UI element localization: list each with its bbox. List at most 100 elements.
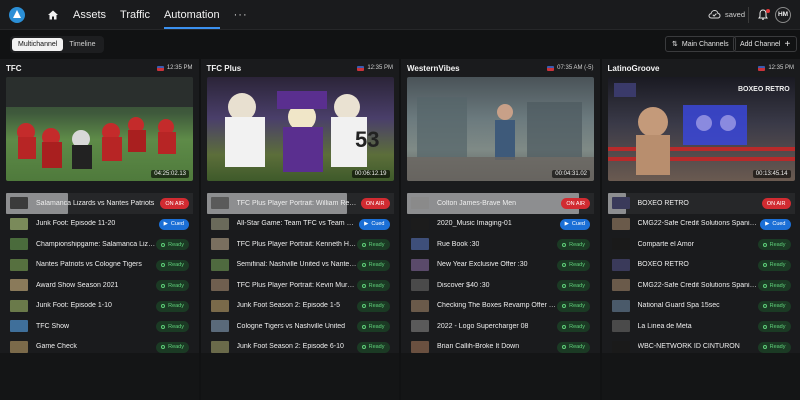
list-item[interactable]: 2022 - Logo Supercharger 08 Ready — [407, 316, 594, 337]
play-icon: ▶ — [364, 221, 369, 227]
list-item[interactable]: Colton James-Brave Men ON AIR — [407, 193, 594, 214]
list-item[interactable]: Nantes Patriots vs Cologne Tigers Ready — [6, 255, 193, 276]
list-item[interactable]: Junk Foot Season 2: Episode 1-5 Ready — [207, 296, 394, 317]
video-preview[interactable]: 00:04:31.02 — [407, 77, 594, 181]
video-preview[interactable]: 04:25:02.13 — [6, 77, 193, 181]
view-toggle: Multichannel Timeline — [10, 35, 104, 53]
video-preview[interactable]: 53 00:06:12.19 — [206, 77, 394, 181]
thumbnail — [611, 299, 630, 312]
list-item[interactable]: Discover $40 :30 Ready — [407, 275, 594, 296]
ready-icon — [562, 242, 567, 247]
thumbnail — [411, 299, 429, 312]
list-item[interactable]: National Guard Spa 15sec Ready — [608, 296, 795, 317]
list-item[interactable]: Cologne Tigers vs Nashville United Ready — [207, 316, 394, 337]
empty-column — [200, 353, 399, 400]
status-badge: Ready — [557, 280, 590, 291]
list-item[interactable]: TFC Plus Player Portrait: Kenneth Holden… — [207, 234, 394, 255]
tab-multichannel[interactable]: Multichannel — [12, 37, 64, 51]
list-item[interactable]: Comparte el Amor Ready — [608, 234, 795, 255]
channel-card: TFC 12:35 PM 04:25:02.13 Salamanca Lizar… — [0, 59, 199, 353]
list-item[interactable]: Rue Book :30 Ready — [407, 234, 594, 255]
list-item[interactable]: TFC Show Ready — [6, 316, 193, 337]
list-item[interactable]: Award Show Season 2021 Ready — [6, 275, 193, 296]
empty-column — [0, 353, 199, 400]
list-item[interactable]: TFC Plus Player Portrait: William Ready O… — [206, 193, 394, 214]
thumbnail — [210, 217, 229, 230]
preview-scene-icon — [6, 77, 193, 169]
channel-name: LatinoGroove — [607, 63, 660, 73]
channel-card: LatinoGroove 12:35 PM BOXEO RETRO 00:13:… — [601, 59, 800, 353]
channel-time: 12:35 PM — [758, 65, 794, 71]
thumbnail — [10, 279, 28, 292]
list-item[interactable]: Junk Foot: Episode 11-20 ▶ Cued — [6, 214, 193, 235]
thumbnail — [210, 258, 229, 271]
timecode: 00:13:45.14 — [752, 170, 791, 178]
ready-icon — [562, 283, 567, 288]
ready-icon — [161, 242, 166, 247]
thumbnail — [611, 340, 630, 353]
list-item[interactable]: CMG22-Safe Credit Solutions Spanish :30 ▶… — [608, 214, 795, 235]
list-item[interactable]: BOXEO RETRO ON AIR — [607, 193, 795, 214]
status-badge: Ready — [356, 341, 390, 353]
app-logo-icon[interactable] — [9, 6, 25, 23]
list-item[interactable]: All-Star Game: Team TFC vs Team USA ▶ Cued — [207, 214, 394, 235]
list-item[interactable]: TFC Plus Player Portrait: Kevin Murphy Re… — [207, 275, 394, 296]
thumbnail — [10, 197, 28, 210]
top-nav: Assets Traffic Automation ··· — [0, 0, 800, 30]
ready-icon — [762, 242, 767, 247]
thumbnail — [611, 217, 630, 230]
add-channel-button[interactable]: Add Channel + — [733, 36, 798, 52]
list-item[interactable]: Championshipgame: Salamanca Lizards vs N… — [6, 234, 193, 255]
thumbnail — [411, 217, 429, 230]
status-badge: Ready — [356, 321, 390, 332]
status-badge: ▶ Cued — [359, 218, 390, 230]
status-badge: Ready — [757, 321, 791, 332]
empty-column — [401, 353, 600, 400]
list-item[interactable]: La Linea de Meta Ready — [608, 316, 795, 337]
list-item[interactable]: Salamanca Lizards vs Nantes Patriots ON A… — [6, 193, 193, 214]
list-item[interactable]: 2020_Music Imaging-01 ▶ Cued — [407, 214, 594, 235]
ready-icon — [361, 324, 366, 329]
status-badge: Ready — [757, 259, 791, 271]
more-menu-button[interactable]: ··· — [234, 9, 248, 21]
ready-icon — [562, 345, 567, 349]
ready-icon — [361, 345, 366, 349]
list-item[interactable]: Junk Foot: Episode 1-10 Ready — [6, 296, 193, 317]
list-item[interactable]: Semifinal: Nashville United vs Nantes Pa… — [207, 255, 394, 276]
channel-time: 07:35 AM (-5) — [547, 65, 594, 71]
video-preview[interactable]: BOXEO RETRO 00:13:45.14 — [607, 77, 795, 181]
status-badge: Ready — [757, 280, 791, 291]
thumbnail — [611, 238, 630, 251]
status-badge: ▶ Cued — [760, 218, 791, 230]
ready-icon — [361, 304, 366, 308]
add-channel-label: Add Channel — [740, 40, 781, 48]
thumbnail — [210, 299, 229, 312]
timecode: 04:25:02.13 — [151, 170, 189, 178]
flag-icon — [156, 65, 164, 71]
avatar[interactable]: HM — [775, 7, 791, 23]
thumbnail — [10, 238, 28, 251]
status-badge: ON AIR — [561, 198, 590, 209]
list-item[interactable]: CMG22-Safe Credit Solutions Spanish :60 R… — [608, 275, 795, 296]
nav-automation[interactable]: Automation — [163, 0, 220, 30]
status-badge: ▶ Cued — [158, 218, 189, 230]
cloud-check-icon — [708, 9, 721, 19]
nav-assets[interactable]: Assets — [73, 0, 106, 30]
thumbnail — [611, 320, 630, 333]
status-badge: Ready — [557, 341, 590, 353]
status-badge: Ready — [557, 259, 590, 271]
list-item[interactable]: BOXEO RETRO Ready — [608, 255, 795, 276]
list-item[interactable]: Checking The Boxes Revamp Offer GenericR… — [407, 296, 594, 317]
thumbnail — [10, 258, 28, 271]
home-icon[interactable] — [47, 9, 59, 21]
status-badge: ▶ Cued — [559, 218, 590, 230]
ready-icon — [361, 283, 366, 288]
playlist: Salamanca Lizards vs Nantes Patriots ON A… — [6, 193, 193, 357]
nav-traffic[interactable]: Traffic — [120, 0, 150, 30]
tab-timeline[interactable]: Timeline — [63, 38, 101, 51]
preview-scene-icon — [407, 97, 594, 181]
list-item[interactable]: New Year Exclusive Offer :30 Ready — [407, 255, 594, 276]
main-channels-button[interactable]: ⇅ Main Channels — [665, 36, 736, 52]
ready-icon — [762, 283, 767, 288]
sort-icon: ⇅ — [672, 41, 678, 48]
